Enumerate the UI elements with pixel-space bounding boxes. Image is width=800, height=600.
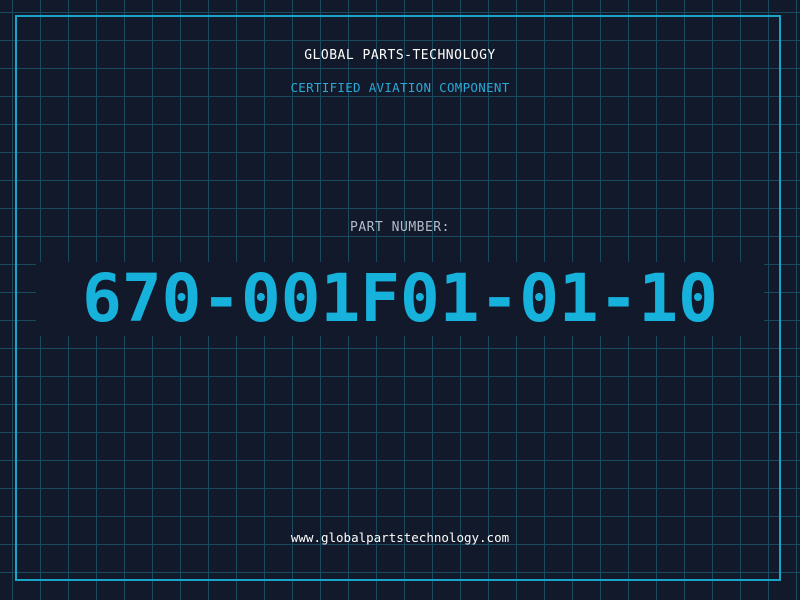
part-number-label: PART NUMBER: xyxy=(350,220,450,235)
label-canvas: GLOBAL PARTS-TECHNOLOGY CERTIFIED AVIATI… xyxy=(0,0,800,600)
company-name: GLOBAL PARTS-TECHNOLOGY xyxy=(304,48,496,63)
website-link[interactable]: www.globalpartstechnology.com xyxy=(0,530,800,545)
part-number-value: 670-001F01-01-10 xyxy=(82,260,718,337)
tagline: CERTIFIED AVIATION COMPONENT xyxy=(290,80,510,95)
